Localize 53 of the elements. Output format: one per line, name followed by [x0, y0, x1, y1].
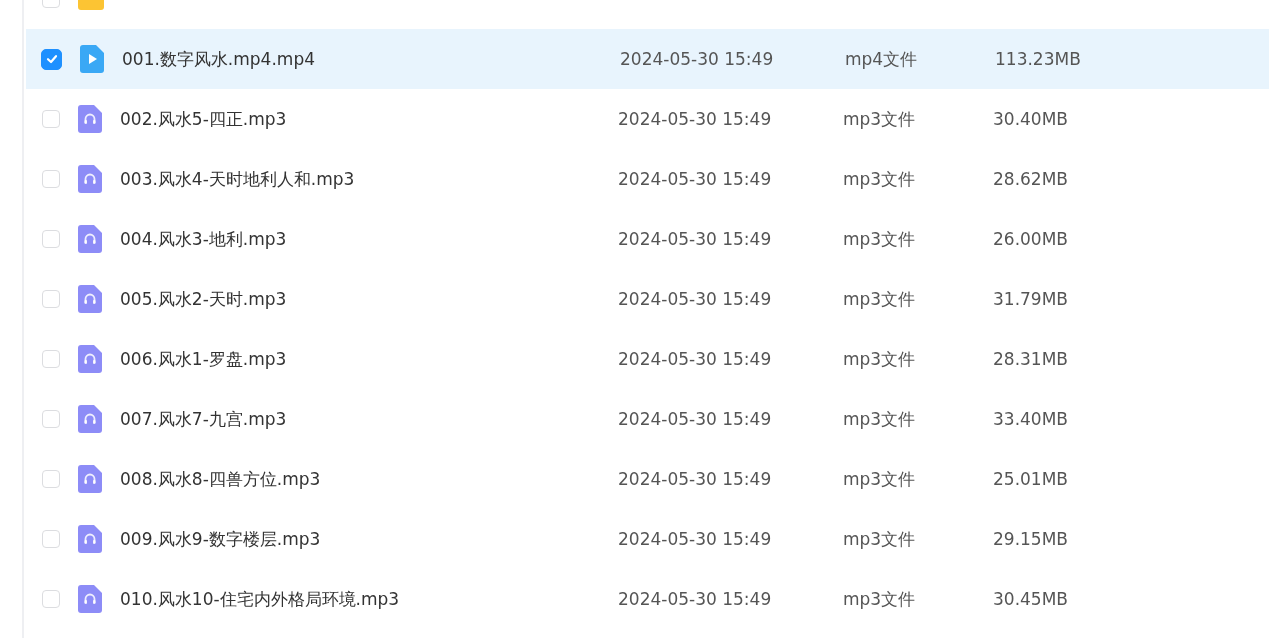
- headphones-file-icon: [78, 105, 102, 133]
- file-row[interactable]: 001.数字风水.mp4.mp4 2024-05-30 15:49 mp4文件 113.23MB: [26, 29, 1269, 89]
- file-type: mp3文件: [843, 107, 917, 131]
- headphones-file-icon: [78, 405, 102, 433]
- headphones-file-icon: [78, 345, 102, 373]
- modified-date: 2024-05-30 15:49: [618, 469, 773, 489]
- file-size: 31.79MB: [993, 289, 1068, 309]
- file-type: mp3文件: [843, 347, 917, 371]
- file-size: 25.01MB: [993, 469, 1068, 489]
- file-size: 28.62MB: [993, 169, 1068, 189]
- file-type: mp3文件: [843, 527, 917, 551]
- file-name[interactable]: 003.风水4-天时地利人和.mp3: [120, 167, 618, 191]
- file-size: 113.23MB: [995, 49, 1081, 69]
- file-size: 29.15MB: [993, 529, 1068, 549]
- file-size: 30.40MB: [993, 109, 1068, 129]
- file-name[interactable]: 005.风水2-天时.mp3: [120, 287, 618, 311]
- modified-date: 2024-05-30 15:49: [618, 109, 773, 129]
- file-name[interactable]: 010.风水10-住宅内外格局环境.mp3: [120, 587, 618, 611]
- checkbox[interactable]: [41, 48, 62, 70]
- file-type: mp3文件: [843, 587, 917, 611]
- headphones-file-icon: [78, 525, 102, 553]
- video-file-icon: [80, 45, 104, 73]
- file-type: mp3文件: [843, 467, 917, 491]
- file-size: 30.45MB: [993, 589, 1068, 609]
- file-name[interactable]: 004.风水3-地利.mp3: [120, 227, 618, 251]
- file-name[interactable]: 008.风水8-四兽方位.mp3: [120, 467, 618, 491]
- modified-date: 2024-05-30 15:49: [618, 169, 773, 189]
- file-type: mp3文件: [843, 287, 917, 311]
- file-type: mp4文件: [845, 47, 919, 71]
- check-icon: [44, 52, 59, 66]
- headphones-file-icon: [78, 225, 102, 253]
- file-name[interactable]: 007.风水7-九宫.mp3: [120, 407, 618, 431]
- file-name[interactable]: 009.风水9-数字楼层.mp3: [120, 527, 618, 551]
- file-type: mp3文件: [843, 227, 917, 251]
- headphones-file-icon: [78, 465, 102, 493]
- file-size: 28.31MB: [993, 349, 1068, 369]
- file-type: mp3文件: [843, 167, 917, 191]
- modified-date: 2024-05-30 15:49: [618, 529, 773, 549]
- file-name[interactable]: 001.数字风水.mp4.mp4: [122, 47, 620, 71]
- modified-date: 2024-05-30 15:49: [618, 409, 773, 429]
- modified-date: 2024-05-30 15:49: [618, 589, 773, 609]
- headphones-file-icon: [78, 285, 102, 313]
- file-size: 26.00MB: [993, 229, 1068, 249]
- modified-date: 2024-05-30 15:49: [620, 49, 775, 69]
- file-type: mp3文件: [843, 407, 917, 431]
- file-size: 33.40MB: [993, 409, 1068, 429]
- modified-date: 2024-05-30 15:49: [618, 289, 773, 309]
- modified-date: 2024-05-30 15:49: [618, 229, 773, 249]
- headphones-file-icon: [78, 165, 102, 193]
- modified-date: 2024-05-30 15:49: [618, 349, 773, 369]
- headphones-file-icon: [78, 585, 102, 613]
- file-name[interactable]: 006.风水1-罗盘.mp3: [120, 347, 618, 371]
- file-name[interactable]: 002.风水5-四正.mp3: [120, 107, 618, 131]
